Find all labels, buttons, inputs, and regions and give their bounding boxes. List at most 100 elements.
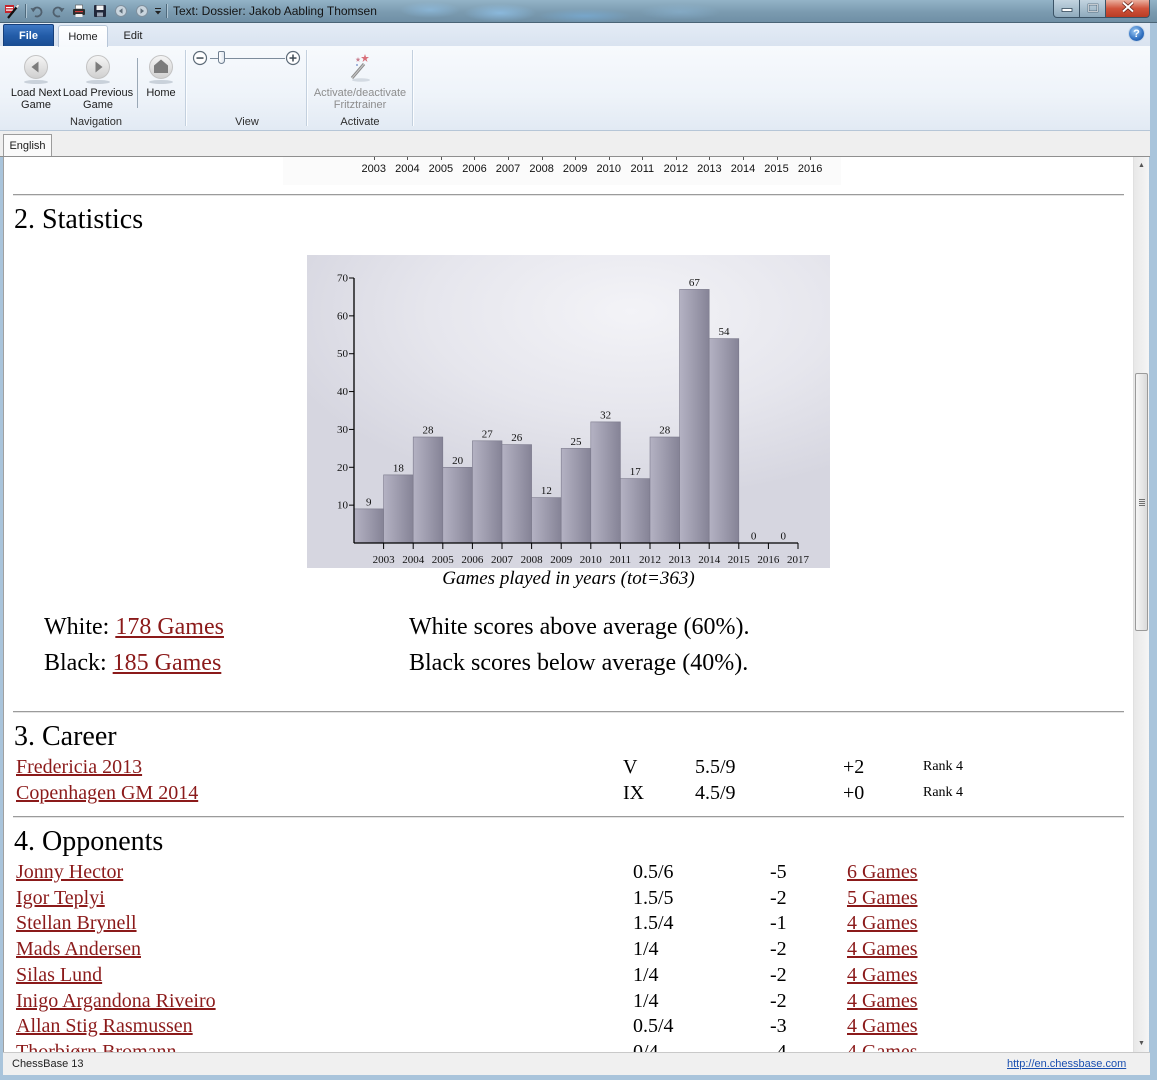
opponent-score: 1/4 [633, 938, 659, 961]
x-tick-label: 2005 [432, 554, 455, 566]
next-arrow-icon [83, 52, 113, 87]
previous-chart-x-axis-labels: 2003 2004 2005 2006 2007 2008 2009 2010 … [357, 157, 827, 176]
opponent-row: Thorbjørn Bromann 0/4 -4 4 Games [4, 1039, 1124, 1052]
career-row: Copenhagen GM 2014 IX 4.5/9 +0 Rank 4 [4, 780, 1124, 806]
opponent-score-diff: -4 [770, 1040, 787, 1052]
restore-icon [1087, 0, 1099, 18]
scroll-down-button[interactable]: ▼ [1134, 1035, 1149, 1052]
bar-2010 [560, 448, 592, 544]
y-tick-label: 30 [337, 424, 349, 436]
opponent-score-diff: -5 [770, 861, 787, 883]
maximize-button[interactable] [1080, 0, 1106, 18]
group-separator [306, 50, 308, 126]
bar-2008 [501, 444, 532, 544]
tab-language-english[interactable]: English [3, 134, 52, 156]
black-games-link[interactable]: 185 Games [113, 650, 222, 676]
load-next-game-button[interactable]: Load Next Game [10, 52, 62, 111]
bar-value-label: 17 [630, 466, 642, 478]
opponent-score: 1/4 [633, 963, 659, 986]
undo-icon[interactable] [29, 3, 45, 19]
opponent-score: 0.5/4 [633, 1015, 674, 1038]
opponent-games-link[interactable]: 4 Games [847, 1039, 918, 1052]
career-heading: 3. Career [14, 721, 117, 752]
help-icon[interactable]: ? [1129, 26, 1144, 41]
bar-value-label: 0 [751, 531, 757, 543]
opponent-link[interactable]: Allan Stig Rasmussen [16, 1013, 193, 1039]
quick-access-separator [166, 4, 168, 18]
opponent-link[interactable]: Jonny Hector [16, 859, 123, 885]
minimize-button[interactable] [1053, 0, 1080, 18]
zoom-in-button[interactable] [285, 50, 301, 66]
vertical-scrollbar[interactable]: ▲ ▼ [1133, 157, 1149, 1052]
opponent-games-link[interactable]: 5 Games [847, 885, 918, 911]
bar-2013 [649, 436, 680, 544]
chessbase-website-link[interactable]: http://en.chessbase.com [1007, 1057, 1126, 1071]
x-tick-label: 2006 [461, 554, 484, 566]
tab-edit[interactable]: Edit [110, 25, 156, 47]
opponent-games-link[interactable]: 6 Games [847, 859, 918, 885]
home-button-label: Home [146, 87, 176, 99]
bar-2006 [442, 467, 473, 544]
ribbon-tab-row [0, 23, 1150, 47]
group-separator [412, 50, 414, 126]
print-icon[interactable] [71, 3, 87, 19]
tournament-link[interactable]: Fredericia 2013 [16, 754, 142, 780]
opponent-row: Inigo Argandona Riveiro 1/4 -2 4 Games [4, 988, 1124, 1014]
opponent-games-link[interactable]: 4 Games [847, 1013, 918, 1039]
opponent-games-link[interactable]: 4 Games [847, 910, 918, 936]
opponent-score-diff: -2 [770, 989, 787, 1012]
fritztrainer-label-line1: Activate/deactivate [313, 87, 407, 99]
redo-icon[interactable] [50, 3, 66, 19]
opponent-games-link[interactable]: 4 Games [847, 962, 918, 988]
x-tick-label: 2017 [787, 554, 810, 566]
magic-wand-icon [345, 52, 375, 87]
opponent-link[interactable]: Inigo Argandona Riveiro [16, 988, 216, 1014]
opponent-games-link[interactable]: 4 Games [847, 988, 918, 1014]
opponent-link[interactable]: Mads Andersen [16, 936, 141, 962]
load-previous-game-button[interactable]: Load Previous Game [63, 52, 133, 111]
x-tick-label: 2005 [424, 157, 458, 176]
group-separator [185, 50, 187, 126]
x-tick-label: 2014 [726, 157, 760, 176]
black-games-row: Black: 185 Games [44, 649, 221, 677]
zoom-out-button[interactable] [192, 50, 208, 66]
opponent-row: Jonny Hector 0.5/6 -5 6 Games [4, 859, 1124, 885]
x-tick-label: 2003 [357, 157, 391, 176]
zoom-out-icon [192, 50, 208, 70]
zoom-slider-thumb[interactable] [217, 51, 225, 64]
opponent-link[interactable]: Stellan Brynell [16, 910, 137, 936]
home-button[interactable]: Home [141, 52, 181, 99]
customize-dropdown-icon[interactable] [152, 3, 164, 19]
scroll-up-button[interactable]: ▲ [1134, 157, 1149, 174]
opponent-score: 1/4 [633, 989, 659, 1012]
y-tick-label: 20 [337, 462, 349, 474]
file-menu-button[interactable]: File [3, 24, 54, 46]
opponent-score: 0/4 [633, 1040, 659, 1052]
opponent-games-link[interactable]: 4 Games [847, 936, 918, 962]
x-tick-label: 2004 [391, 157, 425, 176]
bar-value-label: 0 [780, 531, 786, 543]
back-icon[interactable] [113, 3, 129, 19]
tab-home[interactable]: Home [58, 25, 108, 47]
zoom-in-icon [285, 50, 301, 70]
fritztrainer-label-line2: Fritztrainer [333, 99, 387, 111]
save-icon[interactable] [92, 3, 108, 19]
close-button[interactable] [1106, 0, 1150, 18]
bar-value-label: 18 [393, 462, 405, 474]
opponent-link[interactable]: Silas Lund [16, 962, 102, 988]
tournament-score: 4.5/9 [695, 782, 736, 804]
y-tick-label: 60 [337, 310, 349, 322]
x-tick-label: 2015 [728, 554, 751, 566]
opponent-link[interactable]: Igor Teplyi [16, 885, 105, 911]
bar-2012 [620, 478, 651, 544]
opponent-link[interactable]: Thorbjørn Bromann [16, 1039, 177, 1052]
white-games-link[interactable]: 178 Games [115, 614, 224, 640]
white-label: White: [44, 614, 110, 640]
app-logo-icon[interactable] [4, 3, 20, 19]
scrollbar-thumb[interactable] [1135, 372, 1148, 632]
fritztrainer-toggle-button[interactable]: Activate/deactivate Fritztrainer [310, 52, 410, 111]
load-next-game-label-line1: Load Next [10, 87, 62, 99]
tournament-link[interactable]: Copenhagen GM 2014 [16, 780, 198, 806]
x-tick-label: 2016 [757, 554, 780, 566]
forward-icon[interactable] [134, 3, 150, 19]
